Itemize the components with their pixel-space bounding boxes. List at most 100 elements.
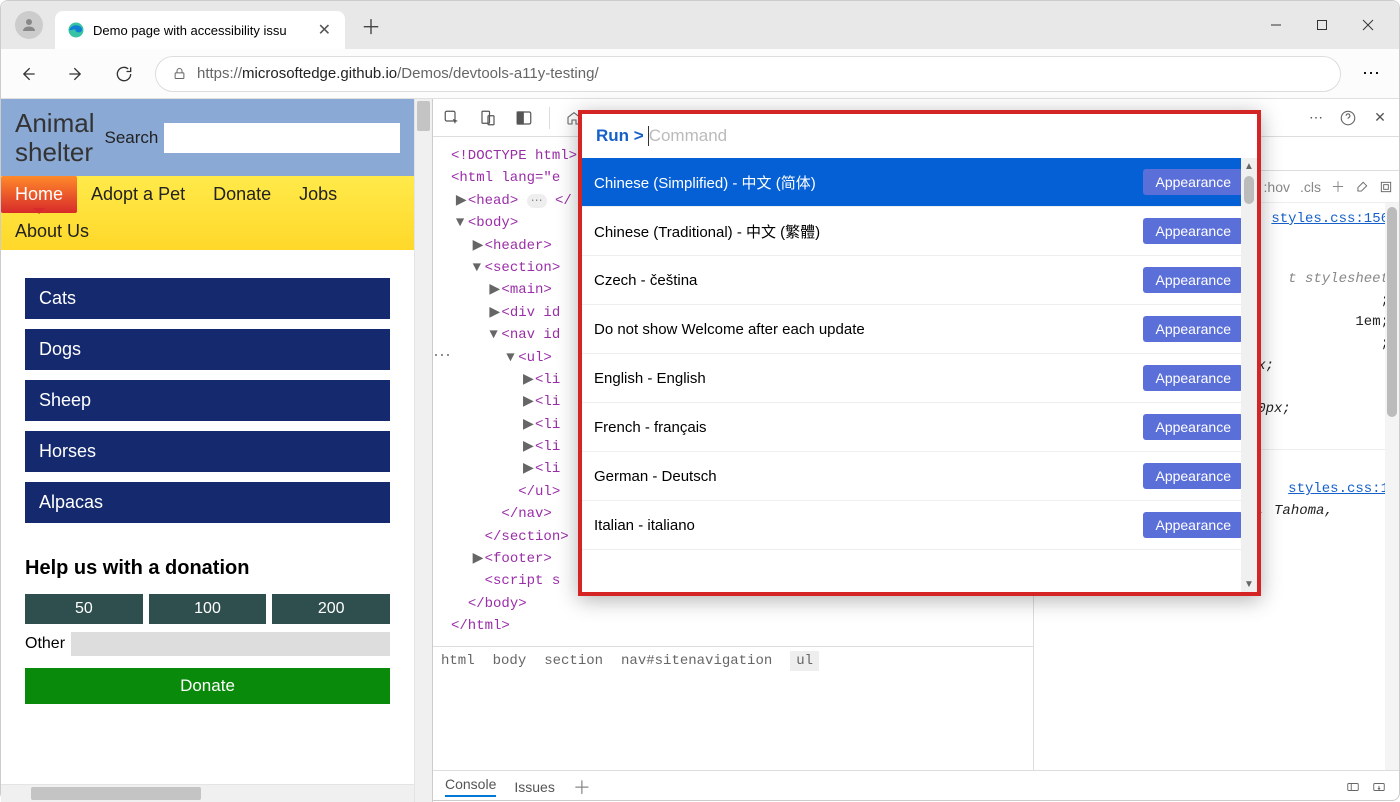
site-side-nav: Cats Dogs Sheep Horses Alpacas <box>1 250 414 533</box>
amount-200[interactable]: 200 <box>272 594 390 624</box>
other-amount-input[interactable] <box>71 632 390 656</box>
command-menu-item[interactable]: Chinese (Simplified) - 中文 (简体) Appearance <box>582 158 1257 207</box>
site-header: Animalshelter Search <box>1 99 414 176</box>
command-item-badge: Appearance <box>1143 267 1243 293</box>
donation-heading: Help us with a donation <box>25 557 390 580</box>
command-item-label: Chinese (Traditional) - 中文 (繁體) <box>594 221 820 242</box>
reload-button[interactable] <box>107 57 141 91</box>
command-menu-list: Chinese (Simplified) - 中文 (简体) Appearance… <box>582 158 1257 592</box>
command-menu: Run > Command Chinese (Simplified) - 中文 … <box>578 110 1261 596</box>
sidenav-horses[interactable]: Horses <box>25 431 390 472</box>
forward-button[interactable] <box>59 57 93 91</box>
brush-icon[interactable] <box>1355 180 1369 194</box>
command-item-badge: Appearance <box>1143 316 1243 342</box>
minimize-button[interactable] <box>1253 5 1299 45</box>
search-input[interactable] <box>164 123 400 153</box>
topnav-home[interactable]: Home <box>1 176 77 213</box>
dom-line[interactable]: </html> <box>439 615 1027 637</box>
window-controls <box>1253 5 1391 45</box>
command-placeholder: Command <box>649 126 727 146</box>
site-top-nav: Home Adopt a Pet Donate Jobs About Us <box>1 176 414 250</box>
sidenav-alpacas[interactable]: Alpacas <box>25 482 390 523</box>
command-menu-item[interactable]: French - français Appearance <box>582 403 1257 452</box>
sidenav-dogs[interactable]: Dogs <box>25 329 390 370</box>
new-rule-icon[interactable]: ＋ <box>1331 177 1345 197</box>
command-menu-item[interactable]: German - Deutsch Appearance <box>582 452 1257 501</box>
tab-title: Demo page with accessibility issu <box>93 23 306 38</box>
command-scrollbar[interactable]: ▲▼ <box>1241 158 1257 592</box>
command-item-label: English - English <box>594 370 706 387</box>
lock-icon <box>172 66 187 81</box>
device-icon[interactable] <box>477 107 499 129</box>
search-label: Search <box>104 128 158 148</box>
box-model-icon[interactable] <box>1379 180 1393 194</box>
browser-more-button[interactable]: ⋯ <box>1355 57 1389 91</box>
command-item-label: Italian - italiano <box>594 517 695 534</box>
drawer-tab-issues[interactable]: Issues <box>514 779 554 795</box>
profile-avatar[interactable] <box>15 11 43 39</box>
command-item-badge: Appearance <box>1143 463 1243 489</box>
topnav-donate[interactable]: Donate <box>199 176 285 213</box>
close-window-button[interactable] <box>1345 5 1391 45</box>
topnav-about[interactable]: About Us <box>1 213 103 250</box>
command-item-badge: Appearance <box>1143 414 1243 440</box>
rule-source-link-2[interactable]: styles.css:1 <box>1288 479 1389 501</box>
devtools-close-icon[interactable]: ✕ <box>1369 107 1391 129</box>
drawer-expand-icon[interactable] <box>1345 780 1361 794</box>
command-prompt-label: Run > <box>596 126 644 146</box>
dom-line[interactable]: </body> <box>439 593 1027 615</box>
command-menu-item[interactable]: Chinese (Traditional) - 中文 (繁體) Appearanc… <box>582 207 1257 256</box>
back-button[interactable] <box>11 57 45 91</box>
page-scrollbar-horizontal[interactable] <box>1 784 414 802</box>
drawer-tab-console[interactable]: Console <box>445 776 496 797</box>
devtools-drawer: Console Issues ＋ <box>433 770 1399 802</box>
cls-button[interactable]: .cls <box>1300 179 1321 195</box>
browser-tab[interactable]: Demo page with accessibility issu ✕ <box>55 11 345 49</box>
inspect-icon[interactable] <box>441 107 463 129</box>
command-menu-item[interactable]: Italian - italiano Appearance <box>582 501 1257 550</box>
command-item-badge: Appearance <box>1143 218 1243 244</box>
donate-button[interactable]: Donate <box>25 668 390 704</box>
window-titlebar: Demo page with accessibility issu ✕ ＋ <box>1 1 1399 49</box>
dom-breadcrumbs[interactable]: html body section nav#sitenavigation ul <box>433 646 1033 676</box>
command-item-label: German - Deutsch <box>594 468 717 485</box>
styles-scrollbar[interactable] <box>1385 203 1399 770</box>
command-item-label: Chinese (Simplified) - 中文 (简体) <box>594 172 816 193</box>
site-brand: Animalshelter <box>15 109 94 166</box>
topnav-adopt[interactable]: Adopt a Pet <box>77 176 199 213</box>
other-amount-label: Other <box>25 635 65 653</box>
drawer-dock-icon[interactable] <box>1371 780 1387 794</box>
amount-50[interactable]: 50 <box>25 594 143 624</box>
rule-source-link[interactable]: styles.css:156 <box>1271 209 1389 231</box>
dom-hover-actions-icon[interactable]: ⋯ <box>433 345 452 367</box>
new-tab-button[interactable]: ＋ <box>355 9 387 41</box>
page-scrollbar-vertical[interactable] <box>414 99 432 802</box>
dock-icon[interactable] <box>513 107 535 129</box>
drawer-add-icon[interactable]: ＋ <box>573 774 591 800</box>
command-item-label: Do not show Welcome after each update <box>594 321 865 338</box>
amount-100[interactable]: 100 <box>149 594 267 624</box>
sidenav-cats[interactable]: Cats <box>25 278 390 319</box>
devtools-more-icon[interactable]: ⋯ <box>1305 107 1327 129</box>
command-item-badge: Appearance <box>1143 169 1243 195</box>
command-item-badge: Appearance <box>1143 512 1243 538</box>
url-text: https://microsoftedge.github.io/Demos/de… <box>197 65 599 82</box>
hov-button[interactable]: :hov <box>1264 179 1290 195</box>
sidenav-sheep[interactable]: Sheep <box>25 380 390 421</box>
address-bar[interactable]: https://microsoftedge.github.io/Demos/de… <box>155 56 1341 92</box>
topnav-jobs[interactable]: Jobs <box>285 176 351 213</box>
command-menu-item[interactable]: Do not show Welcome after each update App… <box>582 305 1257 354</box>
command-input-row[interactable]: Run > Command <box>582 114 1257 158</box>
rendered-page-panel: Animalshelter Search Home Adopt a Pet Do… <box>1 99 433 802</box>
command-item-label: Czech - čeština <box>594 272 697 289</box>
tab-close-icon[interactable]: ✕ <box>314 20 335 40</box>
donation-section: Help us with a donation 50 100 200 Other… <box>1 533 414 714</box>
maximize-button[interactable] <box>1299 5 1345 45</box>
command-menu-item[interactable]: Czech - čeština Appearance <box>582 256 1257 305</box>
browser-nav-bar: https://microsoftedge.github.io/Demos/de… <box>1 49 1399 99</box>
command-item-badge: Appearance <box>1143 365 1243 391</box>
command-menu-item[interactable]: English - English Appearance <box>582 354 1257 403</box>
devtools-help-icon[interactable] <box>1337 107 1359 129</box>
edge-favicon-icon <box>67 21 85 39</box>
command-item-label: French - français <box>594 419 707 436</box>
